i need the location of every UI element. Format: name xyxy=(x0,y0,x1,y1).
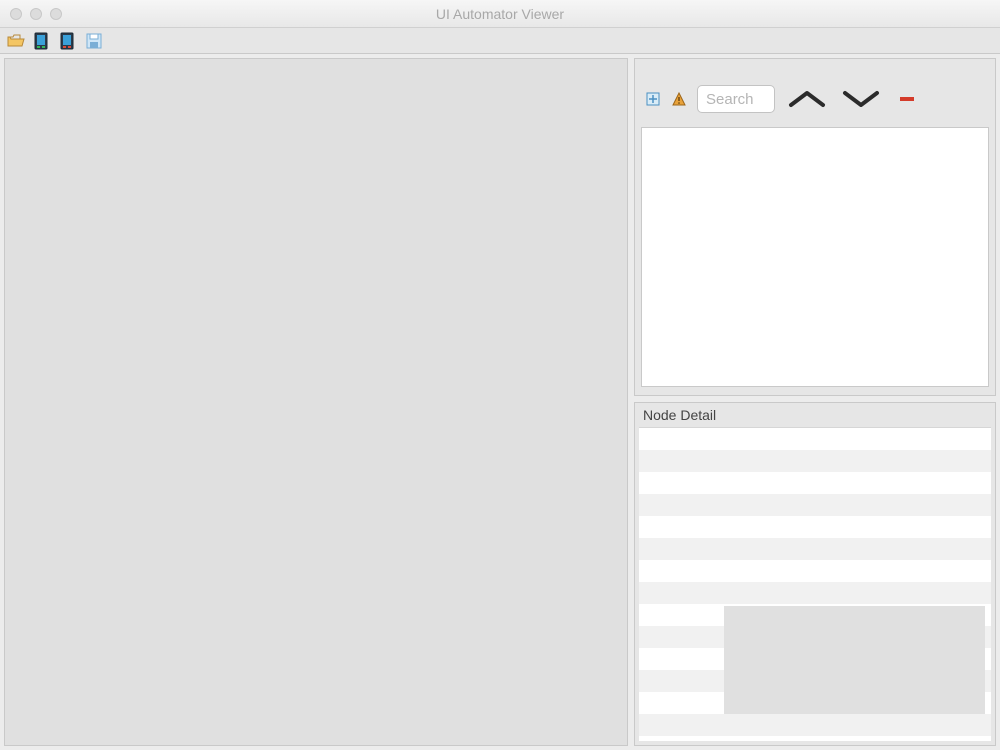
device-screenshot-icon[interactable] xyxy=(32,31,52,51)
search-input[interactable] xyxy=(697,85,775,113)
search-next-button[interactable] xyxy=(839,85,883,113)
window-title: UI Automator Viewer xyxy=(0,6,1000,22)
save-icon[interactable] xyxy=(84,31,104,51)
node-detail-table[interactable] xyxy=(639,427,991,741)
minimize-window-button[interactable] xyxy=(30,8,42,20)
hierarchy-toolbar xyxy=(645,85,985,113)
hierarchy-tree[interactable] xyxy=(641,127,989,387)
titlebar: UI Automator Viewer xyxy=(0,0,1000,28)
clear-search-button[interactable] xyxy=(897,89,917,109)
detail-inset-box xyxy=(724,606,985,714)
window-controls xyxy=(10,8,62,20)
node-detail-title: Node Detail xyxy=(635,403,995,427)
naf-warning-icon[interactable] xyxy=(671,91,687,107)
main-toolbar xyxy=(0,28,1000,54)
hierarchy-panel xyxy=(634,58,996,396)
zoom-window-button[interactable] xyxy=(50,8,62,20)
right-panel: Node Detail xyxy=(634,58,996,746)
device-screenshot-compressed-icon[interactable] xyxy=(58,31,78,51)
node-detail-panel: Node Detail xyxy=(634,402,996,746)
content-area: Node Detail xyxy=(0,54,1000,750)
expand-all-icon[interactable] xyxy=(645,91,661,107)
screenshot-viewport[interactable] xyxy=(4,58,628,746)
search-prev-button[interactable] xyxy=(785,85,829,113)
close-window-button[interactable] xyxy=(10,8,22,20)
open-folder-icon[interactable] xyxy=(6,31,26,51)
